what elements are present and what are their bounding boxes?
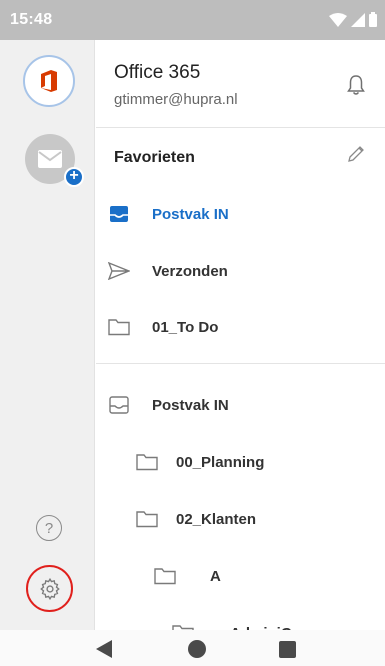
folder-item-postvak-in[interactable]: Postvak IN xyxy=(96,380,385,430)
folder-item-label: 02_Klanten xyxy=(176,510,257,528)
folder-item-00-planning[interactable]: 00_Planning xyxy=(96,437,385,487)
send-icon xyxy=(108,260,130,282)
pencil-icon xyxy=(348,146,364,162)
folder-item-a[interactable]: A xyxy=(96,551,385,601)
settings-button[interactable] xyxy=(26,565,73,612)
favorite-item-postvak-in[interactable]: Postvak IN xyxy=(96,189,385,239)
folder-item-label: Postvak IN xyxy=(152,396,229,414)
account-rail: + ? xyxy=(0,40,95,630)
inbox-icon xyxy=(108,203,130,225)
recent-apps-button[interactable] xyxy=(279,641,296,658)
question-mark-icon: ? xyxy=(44,519,54,537)
office365-account-button[interactable] xyxy=(23,55,75,107)
bell-icon xyxy=(347,75,365,95)
gear-icon xyxy=(39,577,60,600)
back-icon[interactable] xyxy=(96,640,112,658)
envelope-icon xyxy=(38,150,62,168)
folder-panel: Office 365 gtimmer@hupra.nl Favorieten P… xyxy=(96,40,385,642)
account-name: Office 365 xyxy=(114,62,201,83)
folder-item-02-klanten[interactable]: 02_Klanten xyxy=(96,494,385,544)
folder-item-label: A xyxy=(210,567,221,585)
folder-icon xyxy=(108,316,130,338)
office-logo-icon xyxy=(41,70,57,92)
favorite-item-label: Verzonden xyxy=(152,262,228,280)
screen: 15:48 + ? Office 365 gtimmer@hupra.nl Fa… xyxy=(0,0,385,666)
status-icons xyxy=(329,12,377,27)
section-divider xyxy=(96,363,385,364)
favorites-title: Favorieten xyxy=(114,149,195,166)
folder-icon xyxy=(154,565,176,587)
account-email: gtimmer@hupra.nl xyxy=(114,91,238,108)
status-bar: 15:48 xyxy=(0,0,385,40)
status-time: 15:48 xyxy=(10,11,53,28)
favorite-item-label: Postvak IN xyxy=(152,205,229,223)
edit-favorites-button[interactable] xyxy=(347,145,365,168)
folder-item-label: 00_Planning xyxy=(176,453,265,471)
battery-icon xyxy=(369,12,377,27)
wifi-icon xyxy=(329,12,347,27)
account-header: Office 365 gtimmer@hupra.nl xyxy=(96,40,385,128)
help-button[interactable]: ? xyxy=(36,515,62,541)
system-nav-bar xyxy=(0,630,385,666)
favorite-item-01-to-do[interactable]: 01_To Do xyxy=(96,302,385,352)
signal-icon xyxy=(351,12,365,27)
home-button[interactable] xyxy=(188,640,206,658)
favorites-header: Favorieten xyxy=(96,129,385,173)
inbox-icon xyxy=(108,394,130,416)
favorite-item-verzonden[interactable]: Verzonden xyxy=(96,246,385,296)
notifications-button[interactable] xyxy=(347,74,365,101)
favorite-item-label: 01_To Do xyxy=(152,318,219,336)
folder-icon xyxy=(136,451,158,473)
folder-icon xyxy=(136,508,158,530)
add-account-badge-icon[interactable]: + xyxy=(64,167,84,187)
